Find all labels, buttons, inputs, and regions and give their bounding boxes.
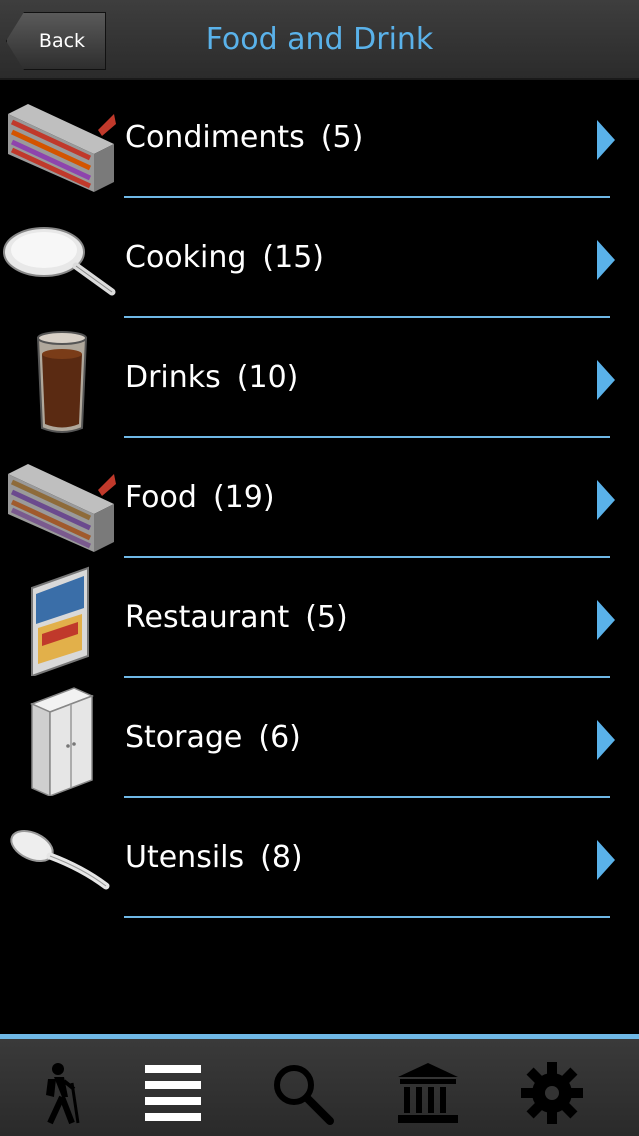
list-item-food[interactable]: Food (19): [0, 440, 639, 560]
list-item-drinks[interactable]: Drinks (10): [0, 320, 639, 440]
shelf-icon: [8, 104, 116, 192]
category-list: Condiments(5) Cooking(15) Drinks(10): [0, 80, 639, 920]
item-label: Condiments (5): [125, 120, 364, 155]
separator: [124, 796, 610, 798]
item-label: Cooking (15): [125, 240, 325, 275]
separator: [124, 196, 610, 198]
frying-pan-icon: [3, 227, 116, 296]
tab-museum[interactable]: [388, 1053, 468, 1133]
item-label: Drinks (10): [125, 360, 299, 395]
chevron-right-icon: [597, 480, 615, 520]
chevron-right-icon: [597, 240, 615, 280]
tab-bar: [0, 1034, 639, 1136]
tab-search[interactable]: [262, 1053, 342, 1133]
tab-hiker[interactable]: [16, 1053, 96, 1133]
item-label: Restaurant (5): [125, 600, 348, 635]
glass-icon: [36, 331, 88, 433]
list-item-restaurant[interactable]: Restaurant (5): [0, 560, 639, 680]
list-icon: [145, 1065, 201, 1121]
chevron-right-icon: [597, 600, 615, 640]
hiker-icon: [46, 1063, 80, 1125]
spoon-icon: [10, 829, 110, 890]
tab-list[interactable]: [133, 1053, 213, 1133]
list-item-storage[interactable]: Storage (6): [0, 680, 639, 800]
item-label: Storage (6): [125, 720, 301, 755]
item-label: Utensils (8): [125, 840, 303, 875]
search-icon: [274, 1065, 334, 1125]
chevron-right-icon: [597, 120, 615, 160]
chevron-right-icon: [597, 840, 615, 880]
museum-icon: [398, 1063, 458, 1123]
list-item-condiments[interactable]: Condiments (5): [0, 80, 639, 200]
page-title: Food and Drink: [205, 22, 434, 57]
shelf-icon: [8, 464, 116, 552]
separator: [124, 916, 610, 918]
chevron-right-icon: [597, 720, 615, 760]
item-label: Food (19): [125, 480, 275, 515]
separator: [124, 316, 610, 318]
separator: [124, 436, 610, 438]
chevron-right-icon: [597, 360, 615, 400]
cafe-sign-icon: [31, 566, 89, 676]
separator: [124, 676, 610, 678]
gear-icon: [521, 1062, 583, 1124]
cabinet-icon: [30, 687, 94, 796]
separator: [124, 556, 610, 558]
navigation-bar: Back Food and Drink: [0, 0, 639, 80]
tab-settings[interactable]: [512, 1053, 592, 1133]
list-item-cooking[interactable]: Cooking (15): [0, 200, 639, 320]
list-item-utensils[interactable]: Utensils (8): [0, 800, 639, 920]
